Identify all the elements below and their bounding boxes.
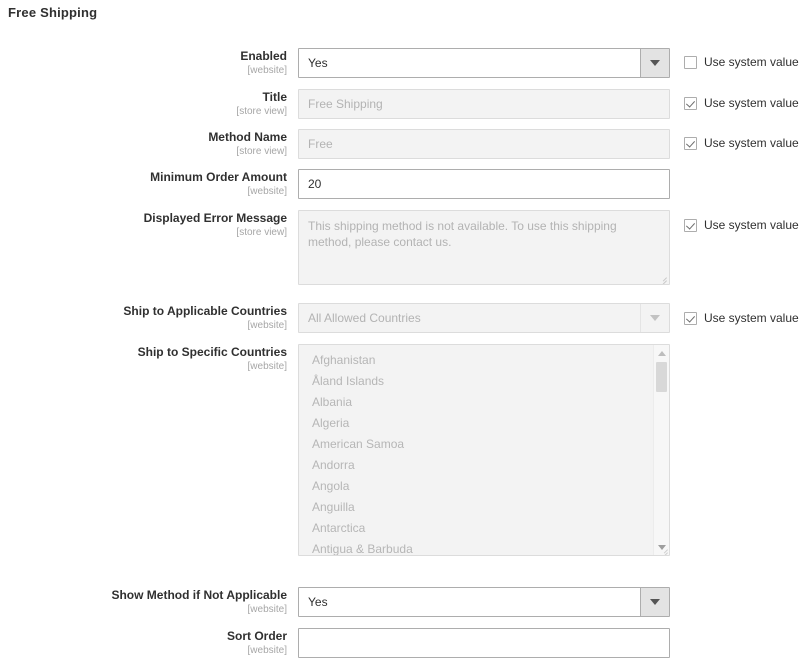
checkbox-checked-icon[interactable] (684, 218, 697, 232)
label-sort-order-text: Sort Order (226, 629, 287, 643)
displayed-error-message-value: This shipping method is not available. T… (308, 219, 617, 249)
label-method-name-text: Method Name (208, 130, 287, 144)
control-ship-to-applicable-countries: All Allowed Countries (298, 303, 670, 333)
sort-order-input[interactable] (298, 628, 670, 658)
country-option[interactable]: Albania (299, 392, 653, 413)
country-option[interactable]: American Samoa (299, 434, 653, 455)
use-system-value-label: Use system value (704, 218, 799, 232)
resize-handle-icon[interactable] (658, 273, 667, 284)
country-option[interactable]: Andorra (299, 455, 653, 476)
checkbox-icon[interactable] (684, 55, 697, 69)
method-name-input[interactable]: Free (298, 129, 670, 159)
title-input[interactable]: Free Shipping (298, 89, 670, 119)
country-option[interactable]: Algeria (299, 413, 653, 434)
use-system-value-enabled[interactable]: Use system value (684, 55, 799, 69)
country-option[interactable]: Åland Islands (299, 371, 653, 392)
use-system-value-title[interactable]: Use system value (684, 96, 799, 110)
label-title: Title [store view] (0, 90, 287, 117)
label-enabled-text: Enabled (240, 49, 287, 63)
control-method-name: Free (298, 129, 670, 159)
checkbox-checked-icon[interactable] (684, 96, 697, 110)
control-sort-order (298, 628, 670, 658)
label-displayed-error-message-text: Displayed Error Message (143, 211, 287, 225)
show-method-if-not-applicable-select[interactable]: Yes (298, 587, 670, 617)
control-enabled: Yes (298, 48, 670, 78)
label-enabled: Enabled [website] (0, 49, 287, 76)
ship-to-specific-countries-listbox[interactable]: Afghanistan Åland Islands Albania Algeria Am… (298, 344, 670, 556)
chevron-down-icon[interactable] (640, 49, 669, 77)
label-minimum-order-amount-scope: [website] (247, 185, 287, 197)
use-system-value-label: Use system value (704, 96, 799, 110)
country-option[interactable]: Angola (299, 476, 653, 497)
label-sort-order: Sort Order [website] (0, 629, 287, 656)
enabled-select[interactable]: Yes (298, 48, 670, 78)
show-method-if-not-applicable-value: Yes (308, 595, 328, 609)
label-ship-to-specific-countries-scope: [website] (247, 360, 287, 372)
enabled-select-value: Yes (308, 56, 328, 70)
label-minimum-order-amount-text: Minimum Order Amount (150, 170, 287, 184)
label-ship-to-specific-countries-text: Ship to Specific Countries (137, 345, 287, 359)
scroll-up-icon[interactable] (654, 346, 669, 360)
use-system-value-label: Use system value (704, 311, 799, 325)
country-option[interactable]: Afghanistan (299, 350, 653, 371)
control-displayed-error-message: This shipping method is not available. T… (298, 210, 670, 285)
label-method-name-scope: [store view] (236, 145, 287, 157)
label-show-method-if-not-applicable: Show Method if Not Applicable [website] (0, 588, 287, 615)
control-show-method-if-not-applicable: Yes (298, 587, 670, 617)
country-option[interactable]: Antigua & Barbuda (299, 539, 653, 555)
control-title: Free Shipping (298, 89, 670, 119)
label-displayed-error-message-scope: [store view] (236, 226, 287, 238)
label-ship-to-applicable-countries-text: Ship to Applicable Countries (123, 304, 287, 318)
ship-to-applicable-countries-value: All Allowed Countries (308, 311, 421, 325)
checkbox-checked-icon[interactable] (684, 136, 697, 150)
checkbox-checked-icon[interactable] (684, 311, 697, 325)
label-sort-order-scope: [website] (247, 644, 287, 656)
page-title: Free Shipping (8, 5, 98, 20)
label-title-text: Title (262, 90, 287, 104)
resize-handle-icon[interactable] (659, 545, 668, 555)
listbox-scrollbar[interactable] (653, 345, 669, 555)
label-show-method-if-not-applicable-scope: [website] (247, 603, 287, 615)
country-option[interactable]: Anguilla (299, 497, 653, 518)
use-system-value-displayed-error-message[interactable]: Use system value (684, 218, 799, 232)
country-option[interactable]: Antarctica (299, 518, 653, 539)
label-ship-to-applicable-countries-scope: [website] (247, 319, 287, 331)
label-show-method-if-not-applicable-text: Show Method if Not Applicable (111, 588, 287, 602)
use-system-value-label: Use system value (704, 55, 799, 69)
control-minimum-order-amount: 20 (298, 169, 670, 199)
label-title-scope: [store view] (236, 105, 287, 117)
label-method-name: Method Name [store view] (0, 130, 287, 157)
chevron-down-icon[interactable] (640, 588, 669, 616)
minimum-order-amount-input[interactable]: 20 (298, 169, 670, 199)
label-ship-to-specific-countries: Ship to Specific Countries [website] (0, 345, 287, 372)
scrollbar-thumb[interactable] (656, 362, 667, 392)
label-displayed-error-message: Displayed Error Message [store view] (0, 211, 287, 238)
label-enabled-scope: [website] (247, 64, 287, 76)
displayed-error-message-textarea[interactable]: This shipping method is not available. T… (298, 210, 670, 285)
control-ship-to-specific-countries: Afghanistan Åland Islands Albania Algeria Am… (298, 344, 670, 556)
ship-to-applicable-countries-select[interactable]: All Allowed Countries (298, 303, 670, 333)
label-ship-to-applicable-countries: Ship to Applicable Countries [website] (0, 304, 287, 331)
label-minimum-order-amount: Minimum Order Amount [website] (0, 170, 287, 197)
country-option-list: Afghanistan Åland Islands Albania Algeria Am… (299, 350, 653, 555)
use-system-value-ship-to-applicable-countries[interactable]: Use system value (684, 311, 799, 325)
chevron-down-icon[interactable] (640, 304, 669, 332)
use-system-value-label: Use system value (704, 136, 799, 150)
use-system-value-method-name[interactable]: Use system value (684, 136, 799, 150)
